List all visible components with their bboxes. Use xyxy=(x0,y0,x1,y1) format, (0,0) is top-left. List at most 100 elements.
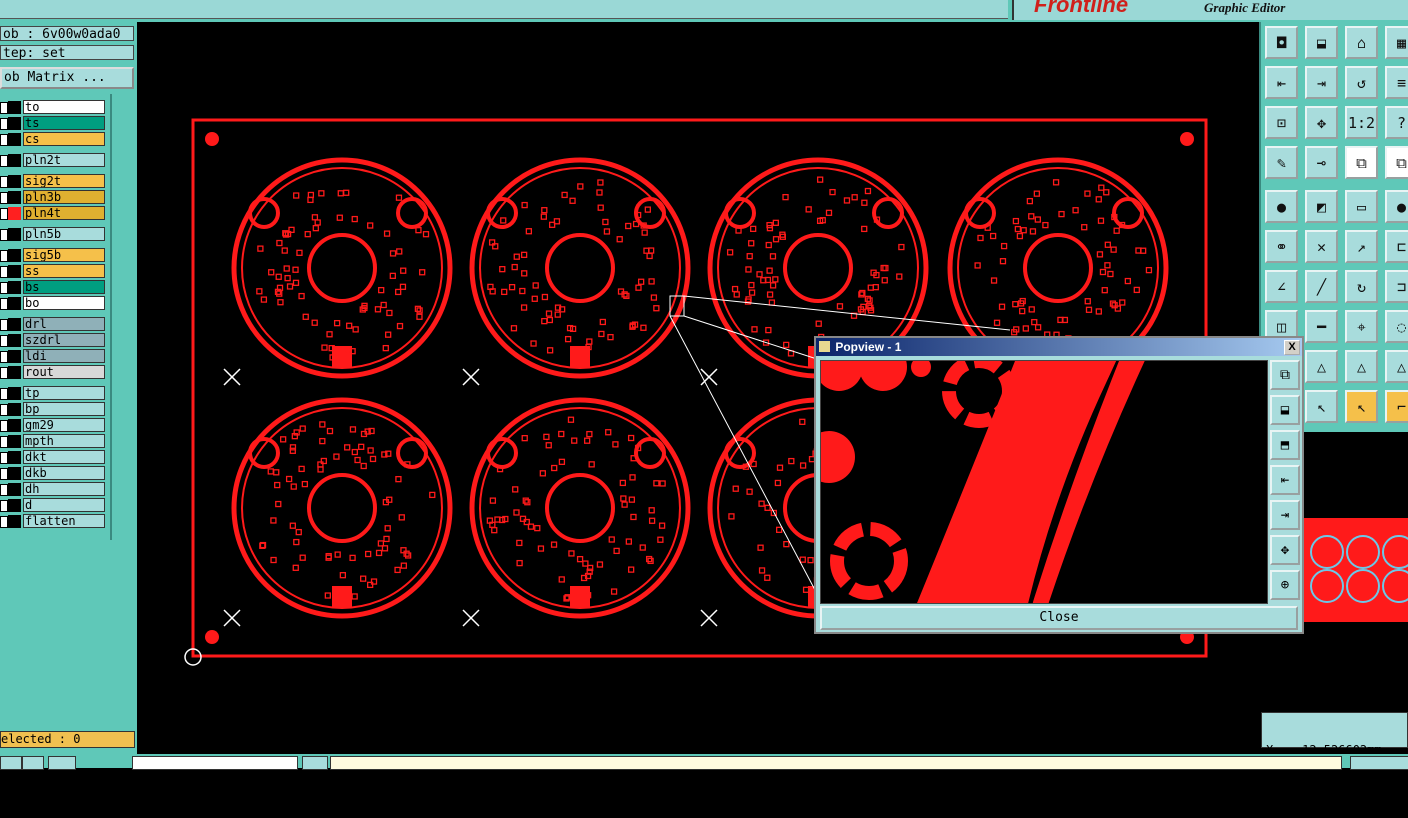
pan-tool-3-icon[interactable]: ↺ xyxy=(1345,66,1378,99)
popview-tool-2-icon[interactable]: ⬓ xyxy=(1270,395,1300,425)
popview-tool-4-icon[interactable]: ⇤ xyxy=(1270,465,1300,495)
connect-tool-4-icon[interactable]: ⊏ xyxy=(1385,230,1408,263)
nav-tool-3-icon[interactable]: ⌂ xyxy=(1345,26,1378,59)
popview-zoom-view[interactable] xyxy=(820,360,1268,604)
feature-tool-3-icon[interactable]: ▭ xyxy=(1345,190,1378,223)
layer-name[interactable]: pln4t xyxy=(23,206,105,220)
layer-name[interactable]: mpth xyxy=(23,434,105,448)
select-tool-2-icon[interactable]: ↖ xyxy=(1305,390,1338,423)
layer-name[interactable]: bp xyxy=(23,402,105,416)
nav-tool-2-icon[interactable]: ⬓ xyxy=(1305,26,1338,59)
layer-color-swatch[interactable] xyxy=(8,350,21,363)
shape-tool-3-icon[interactable]: △ xyxy=(1345,350,1378,383)
zoom-tool-3-icon[interactable]: 1:2 xyxy=(1345,106,1378,139)
layer-color-swatch[interactable] xyxy=(8,483,21,496)
layer-checkbox[interactable] xyxy=(0,500,8,512)
layer-checkbox[interactable] xyxy=(0,484,8,496)
layer-checkbox[interactable] xyxy=(0,118,8,130)
edit-tool-1-icon[interactable]: ✎ xyxy=(1265,146,1298,179)
popview-tool-6-icon[interactable]: ✥ xyxy=(1270,535,1300,565)
layer-row-gm29[interactable]: gm29 xyxy=(0,418,108,433)
layer-checkbox[interactable] xyxy=(0,367,8,379)
layer-row-tp[interactable]: tp xyxy=(0,386,108,401)
layer-color-swatch[interactable] xyxy=(8,499,21,512)
layer-row-mpth[interactable]: mpth xyxy=(0,434,108,449)
layer-color-swatch[interactable] xyxy=(8,334,21,347)
popview-tool-7-icon[interactable]: ⊕ xyxy=(1270,570,1300,600)
zoom-tool-4-icon[interactable]: ? xyxy=(1385,106,1408,139)
layer-name[interactable]: cs xyxy=(23,132,105,146)
layer-color-swatch[interactable] xyxy=(8,419,21,432)
line-tool-4-icon[interactable]: ⊐ xyxy=(1385,270,1408,303)
layer-checkbox[interactable] xyxy=(0,155,8,167)
layer-checkbox[interactable] xyxy=(0,436,8,448)
layer-color-swatch[interactable] xyxy=(8,467,21,480)
layer-checkbox[interactable] xyxy=(0,176,8,188)
layer-checkbox[interactable] xyxy=(0,516,8,528)
layer-color-swatch[interactable] xyxy=(8,133,21,146)
connect-tool-2-icon[interactable]: ✕ xyxy=(1305,230,1338,263)
layer-name[interactable]: dkb xyxy=(23,466,105,480)
layer-row-bo[interactable]: bo xyxy=(0,296,108,311)
layer-name[interactable]: sig2t xyxy=(23,174,105,188)
edit-tool-4-icon[interactable]: ⧉ xyxy=(1385,146,1408,179)
feature-tool-1-icon[interactable]: ● xyxy=(1265,190,1298,223)
layer-color-swatch[interactable] xyxy=(8,249,21,262)
close-icon[interactable]: X xyxy=(1284,340,1300,355)
layer-row-to[interactable]: to xyxy=(0,100,108,115)
layer-checkbox[interactable] xyxy=(0,134,8,146)
zoom-tool-1-icon[interactable]: ⊡ xyxy=(1265,106,1298,139)
shape-tool-4-icon[interactable]: △ xyxy=(1385,350,1408,383)
layer-row-ts[interactable]: ts xyxy=(0,116,108,131)
layer-row-dkt[interactable]: dkt xyxy=(0,450,108,465)
layer-checkbox[interactable] xyxy=(0,266,8,278)
layer-row-ss[interactable]: ss xyxy=(0,264,108,279)
layer-name[interactable]: sig5b xyxy=(23,248,105,262)
pan-tool-1-icon[interactable]: ⇤ xyxy=(1265,66,1298,99)
layer-name[interactable]: pln3b xyxy=(23,190,105,204)
shape-tool-2-icon[interactable]: △ xyxy=(1305,350,1338,383)
layer-color-swatch[interactable] xyxy=(8,451,21,464)
layer-row-pln5b[interactable]: pln5b xyxy=(0,227,108,242)
layer-row-pln3b[interactable]: pln3b xyxy=(0,190,108,205)
layer-name[interactable]: bs xyxy=(23,280,105,294)
layer-row-pln2t[interactable]: pln2t xyxy=(0,153,108,168)
layer-row-flatten[interactable]: flatten xyxy=(0,514,108,529)
layer-color-swatch[interactable] xyxy=(8,101,21,114)
layer-row-rout[interactable]: rout xyxy=(0,365,108,380)
layer-row-ldi[interactable]: ldi xyxy=(0,349,108,364)
layer-row-sig2t[interactable]: sig2t xyxy=(0,174,108,189)
layer-name[interactable]: pln5b xyxy=(23,227,105,241)
layer-color-swatch[interactable] xyxy=(8,191,21,204)
pan-tool-4-icon[interactable]: ≡ xyxy=(1385,66,1408,99)
connect-tool-1-icon[interactable]: ⚭ xyxy=(1265,230,1298,263)
layer-color-swatch[interactable] xyxy=(8,281,21,294)
layer-row-bs[interactable]: bs xyxy=(0,280,108,295)
feature-tool-4-icon[interactable]: ● xyxy=(1385,190,1408,223)
layer-row-cs[interactable]: cs xyxy=(0,132,108,147)
layer-color-swatch[interactable] xyxy=(8,318,21,331)
layer-name[interactable]: tp xyxy=(23,386,105,400)
layer-color-swatch[interactable] xyxy=(8,265,21,278)
layer-checkbox[interactable] xyxy=(0,404,8,416)
layer-row-drl[interactable]: drl xyxy=(0,317,108,332)
layer-checkbox[interactable] xyxy=(0,208,8,220)
layer-name[interactable]: ss xyxy=(23,264,105,278)
layer-name[interactable]: flatten xyxy=(23,514,105,528)
line-tool-2-icon[interactable]: ╱ xyxy=(1305,270,1338,303)
popview-tool-1-icon[interactable]: ⧉ xyxy=(1270,360,1300,390)
layer-color-swatch[interactable] xyxy=(8,117,21,130)
layer-color-swatch[interactable] xyxy=(8,435,21,448)
layer-row-d[interactable]: d xyxy=(0,498,108,513)
layer-row-bp[interactable]: bp xyxy=(0,402,108,417)
layer-name[interactable]: dh xyxy=(23,482,105,496)
layer-color-swatch[interactable] xyxy=(8,515,21,528)
layer-name[interactable]: szdrl xyxy=(23,333,105,347)
zoom-tool-2-icon[interactable]: ✥ xyxy=(1305,106,1338,139)
snap-tool-2-icon[interactable]: ━ xyxy=(1305,310,1338,343)
snap-tool-3-icon[interactable]: ⌖ xyxy=(1345,310,1378,343)
layer-checkbox[interactable] xyxy=(0,282,8,294)
layer-row-dkb[interactable]: dkb xyxy=(0,466,108,481)
layer-checkbox[interactable] xyxy=(0,319,8,331)
layer-checkbox[interactable] xyxy=(0,388,8,400)
